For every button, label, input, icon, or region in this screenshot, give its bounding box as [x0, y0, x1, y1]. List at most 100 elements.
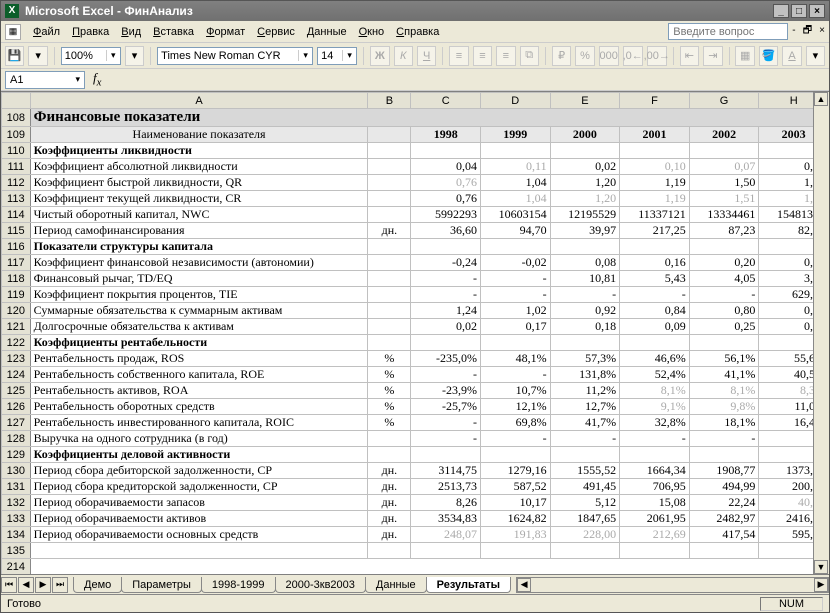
menu-Вид[interactable]: Вид — [115, 24, 147, 40]
cell-name[interactable]: Долгосрочные обязательства к активам — [30, 319, 368, 335]
cell-value[interactable] — [411, 543, 481, 559]
fx-icon[interactable]: fx — [93, 70, 101, 89]
chevron-down-icon[interactable]: ▾ — [342, 50, 356, 61]
cell-value[interactable]: - — [620, 431, 690, 447]
cell-value[interactable]: - — [480, 367, 550, 383]
cell-unit[interactable] — [368, 143, 411, 159]
cell-value[interactable]: 41,7% — [550, 415, 620, 431]
row-header-117[interactable]: 117 — [2, 255, 31, 271]
cell-value[interactable] — [480, 143, 550, 159]
cell-value[interactable]: 0,07 — [689, 159, 759, 175]
underline-icon[interactable]: Ч — [417, 46, 436, 66]
save-icon[interactable]: 💾 — [5, 46, 24, 66]
cell-value[interactable]: 0,80 — [689, 303, 759, 319]
cell-value[interactable]: 94,70 — [480, 223, 550, 239]
cell-value[interactable]: 587,52 — [480, 479, 550, 495]
tab-nav-next-icon[interactable]: ▶ — [35, 577, 51, 593]
cell-value[interactable]: 131,8% — [550, 367, 620, 383]
cell-value[interactable]: 2513,73 — [411, 479, 481, 495]
cell-unit[interactable] — [368, 239, 411, 255]
cell-value[interactable]: 3114,75 — [411, 463, 481, 479]
cell-value[interactable]: 0,04 — [411, 159, 481, 175]
zoom-combo[interactable]: ▾ — [61, 47, 121, 65]
cell-value[interactable] — [411, 239, 481, 255]
cell-value[interactable]: 706,95 — [620, 479, 690, 495]
cell-value[interactable]: 0,08 — [550, 255, 620, 271]
cell-unit[interactable] — [368, 447, 411, 463]
cell-value[interactable]: 5992293 — [411, 207, 481, 223]
cell-value[interactable]: 0,76 — [411, 191, 481, 207]
cell-value[interactable]: -25,7% — [411, 399, 481, 415]
cell-value[interactable]: 57,3% — [550, 351, 620, 367]
doc-restore-button[interactable]: 🗗 — [803, 25, 812, 36]
scroll-down-icon[interactable]: ▼ — [814, 560, 828, 574]
cell-unit[interactable]: дн. — [368, 527, 411, 543]
cell-name[interactable] — [30, 543, 368, 559]
cell-value[interactable] — [480, 239, 550, 255]
cell-value[interactable]: 5,12 — [550, 495, 620, 511]
italic-icon[interactable]: К — [394, 46, 413, 66]
cell-value[interactable]: 4,05 — [689, 271, 759, 287]
cell-value[interactable]: 191,83 — [480, 527, 550, 543]
cell-value[interactable]: 3534,83 — [411, 511, 481, 527]
cell-unit[interactable]: дн. — [368, 479, 411, 495]
cell-value[interactable]: - — [480, 431, 550, 447]
menu-Вставка[interactable]: Вставка — [147, 24, 200, 40]
row-header-115[interactable]: 115 — [2, 223, 31, 239]
cell-value[interactable]: 1624,82 — [480, 511, 550, 527]
cell-value[interactable]: 0,10 — [620, 159, 690, 175]
doc-minimize-button[interactable]: - — [792, 25, 795, 36]
cell-value[interactable]: 0,76 — [411, 175, 481, 191]
cell-value[interactable]: 248,07 — [411, 527, 481, 543]
cell-name[interactable]: Рентабельность оборотных средств — [30, 399, 368, 415]
cell-value[interactable]: - — [480, 271, 550, 287]
cell-value[interactable]: 494,99 — [689, 479, 759, 495]
cell-value[interactable]: 36,60 — [411, 223, 481, 239]
toolbar-options-icon[interactable]: ▾ — [125, 46, 144, 66]
cell-value[interactable]: 0,25 — [689, 319, 759, 335]
increase-decimal-icon[interactable]: ,0← — [623, 46, 643, 66]
cell-value[interactable]: 12195529 — [550, 207, 620, 223]
menu-Сервис[interactable]: Сервис — [251, 24, 301, 40]
cell-value[interactable]: 0,84 — [620, 303, 690, 319]
zoom-input[interactable] — [62, 50, 106, 62]
menu-Данные[interactable]: Данные — [301, 24, 353, 40]
cell-value[interactable]: - — [550, 287, 620, 303]
cell-value[interactable]: -0,24 — [411, 255, 481, 271]
cell-value[interactable]: 69,8% — [480, 415, 550, 431]
cell-value[interactable] — [620, 239, 690, 255]
cell-name[interactable]: Период оборачиваемости запасов — [30, 495, 368, 511]
cell-value[interactable]: -0,02 — [480, 255, 550, 271]
row-header-124[interactable]: 124 — [2, 367, 31, 383]
cell-value[interactable]: 0,09 — [620, 319, 690, 335]
row-header-131[interactable]: 131 — [2, 479, 31, 495]
cell-value[interactable]: -23,9% — [411, 383, 481, 399]
cell-name[interactable]: Чистый оборотный капитал, NWC — [30, 207, 368, 223]
cell-name[interactable]: Коэффициент покрытия процентов, TIE — [30, 287, 368, 303]
cell-unit[interactable]: дн. — [368, 511, 411, 527]
increase-indent-icon[interactable]: ⇥ — [703, 46, 722, 66]
cell-value[interactable]: - — [480, 287, 550, 303]
cell-value[interactable]: 0,02 — [411, 319, 481, 335]
menu-Файл[interactable]: Файл — [27, 24, 66, 40]
cell-value[interactable]: - — [411, 415, 481, 431]
cell-value[interactable] — [550, 447, 620, 463]
toolbar-more-icon[interactable]: ▾ — [806, 46, 825, 66]
cell-name[interactable]: Коэффициент финансовой независимости (ав… — [30, 255, 368, 271]
cell-value[interactable] — [550, 335, 620, 351]
cell-empty[interactable] — [30, 559, 828, 575]
row-header-122[interactable]: 122 — [2, 335, 31, 351]
bold-icon[interactable]: Ж — [370, 46, 389, 66]
menu-Окно[interactable]: Окно — [353, 24, 391, 40]
cell-value[interactable]: 39,97 — [550, 223, 620, 239]
vertical-scrollbar[interactable]: ▲ ▼ — [813, 92, 829, 574]
maximize-button[interactable]: □ — [791, 4, 807, 18]
cell-value[interactable]: 22,24 — [689, 495, 759, 511]
cell-value[interactable] — [411, 143, 481, 159]
cell-value[interactable]: 1664,34 — [620, 463, 690, 479]
cell-name[interactable]: Рентабельность продаж, ROS — [30, 351, 368, 367]
cell-value[interactable] — [550, 143, 620, 159]
cell-value[interactable]: 491,45 — [550, 479, 620, 495]
cell-value[interactable] — [620, 543, 690, 559]
row-header-135[interactable]: 135 — [2, 543, 31, 559]
